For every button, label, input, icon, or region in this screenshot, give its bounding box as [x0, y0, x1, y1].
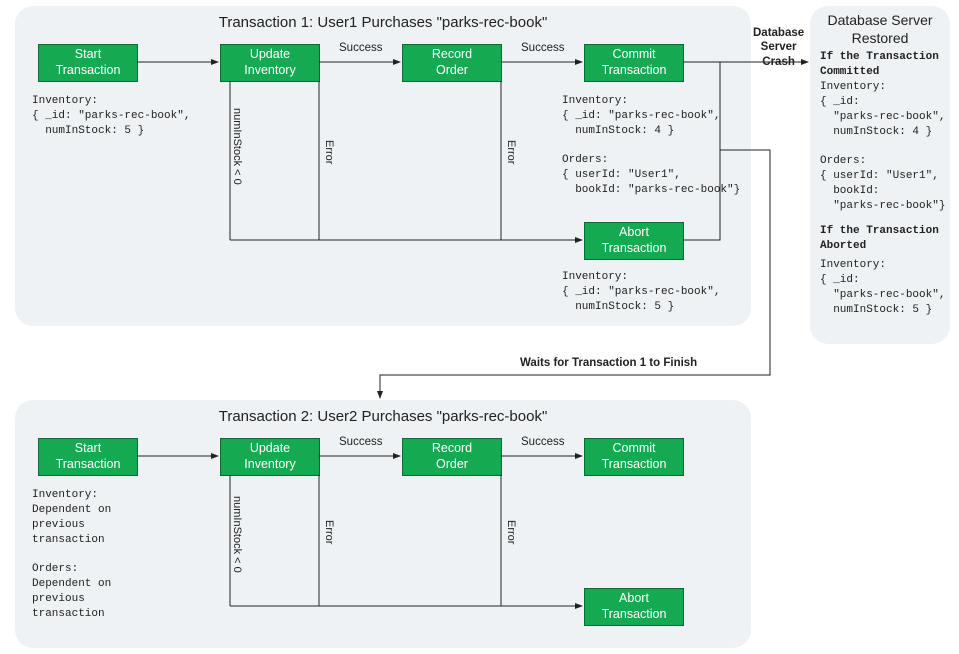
transaction1-title: Transaction 1: User1 Purchases "parks-re… — [15, 14, 751, 31]
t2-note: Inventory: Dependent on previous transac… — [32, 488, 111, 622]
transaction2-title: Transaction 2: User2 Purchases "parks-re… — [15, 408, 751, 425]
restored-b1: Inventory: { _id: "parks-rec-book", numI… — [820, 80, 945, 214]
t1-inv-abort: Inventory: { _id: "parks-rec-book", numI… — [562, 270, 720, 315]
t2-error1: Error — [323, 520, 335, 544]
t1-error1: Error — [323, 140, 335, 164]
t2-abort-box: Abort Transaction — [584, 588, 684, 626]
t2-record-box: Record Order — [402, 438, 502, 476]
t1-record-box: Record Order — [402, 44, 502, 82]
restored-h1: If the Transaction Committed — [820, 50, 939, 80]
t2-commit-box: Commit Transaction — [584, 438, 684, 476]
t2-stockcond: numInStock < 0 — [231, 496, 243, 573]
t1-error2: Error — [505, 140, 517, 164]
t1-inv-commit: Inventory: { _id: "parks-rec-book", numI… — [562, 94, 740, 198]
restored-title: Database Server Restored — [810, 12, 950, 47]
wait-label: Waits for Transaction 1 to Finish — [520, 357, 697, 369]
t2-success1: Success — [339, 436, 382, 448]
t1-inv-before: Inventory: { _id: "parks-rec-book", numI… — [32, 94, 190, 139]
t1-update-box: Update Inventory — [220, 44, 320, 82]
t1-commit-box: Commit Transaction — [584, 44, 684, 82]
crash-label: Database Server Crash — [753, 26, 804, 69]
t1-success2: Success — [521, 42, 564, 54]
t2-error2: Error — [505, 520, 517, 544]
t1-start-box: Start Transaction — [38, 44, 138, 82]
t2-start-box: Start Transaction — [38, 438, 138, 476]
t2-update-box: Update Inventory — [220, 438, 320, 476]
restored-h2: If the Transaction Aborted — [820, 224, 939, 254]
t1-stockcond: numInStock < 0 — [231, 108, 243, 185]
restored-b2: Inventory: { _id: "parks-rec-book", numI… — [820, 258, 945, 317]
t1-abort-box: Abort Transaction — [584, 222, 684, 260]
t1-success1: Success — [339, 42, 382, 54]
t2-success2: Success — [521, 436, 564, 448]
